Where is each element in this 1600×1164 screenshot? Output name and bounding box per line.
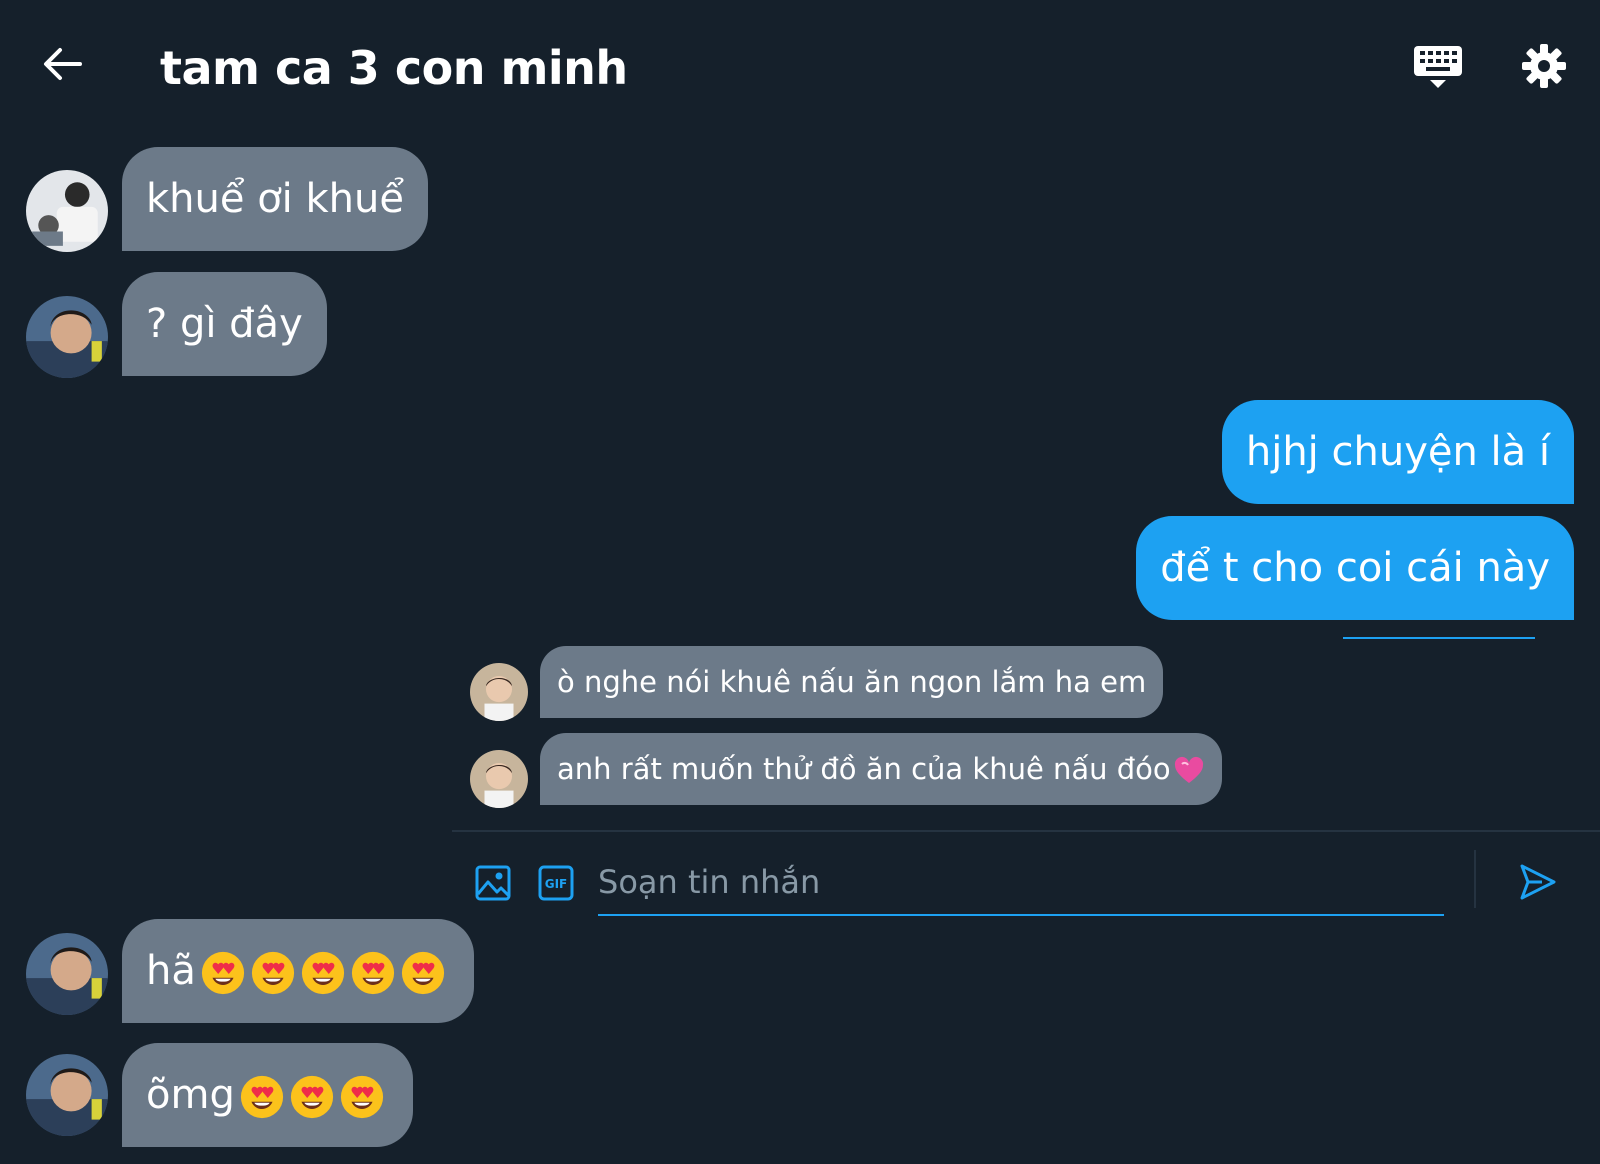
message-bubble: õmg [122,1043,413,1147]
message-bubble: khuể ơi khuể [122,147,428,251]
avatar[interactable] [26,1054,108,1136]
send-icon[interactable] [1518,862,1558,902]
heart-eyes-emoji [200,950,246,996]
svg-text:GIF: GIF [545,877,568,891]
avatar[interactable] [26,170,108,252]
avatar[interactable] [470,750,528,808]
back-arrow-icon[interactable] [40,42,84,86]
image-icon[interactable] [474,864,512,902]
heart-eyes-emoji [239,1074,285,1120]
avatar[interactable] [26,933,108,1015]
heart-eyes-emoji [400,950,446,996]
message-text: để t cho coi cái này [1160,545,1550,591]
message-text: khuể ơi khuể [146,176,404,222]
message-composer: GIF [452,830,1600,942]
message-text: ? gì đây [146,301,303,347]
conversation-title: tam ca 3 con minh [160,41,628,95]
composer-divider [1474,850,1476,908]
message-text: ò nghe nói khuê nấu ăn ngon lắm ha em [557,665,1147,699]
heart-eyes-emoji [300,950,346,996]
message-text: hjhj chuyện là í [1245,429,1550,475]
emoji-group [200,950,450,996]
gear-icon[interactable] [1520,42,1568,90]
avatar[interactable] [470,663,528,721]
outgoing-message-bubble: để t cho coi cái này [1136,516,1574,620]
outgoing-message-bubble: hjhj chuyện là í [1221,400,1574,504]
heart-eyes-emoji [350,950,396,996]
heart-eyes-emoji [339,1074,385,1120]
heart-eyes-emoji [250,950,296,996]
message-bubble: anh rất muốn thử đồ ăn của khuê nấu đóo [540,733,1222,805]
message-text: anh rất muốn thử đồ ăn của khuê nấu đóo [557,752,1171,786]
message-bubble: ? gì đây [122,272,327,376]
keyboard-icon[interactable] [1412,42,1464,92]
avatar[interactable] [26,296,108,378]
top-bar: tam ca 3 con minh [0,0,1600,130]
gif-icon[interactable]: GIF [537,864,575,902]
message-bubble: ò nghe nói khuê nấu ăn ngon lắm ha em [540,646,1164,718]
divider-line [1343,637,1535,639]
message-input[interactable] [598,850,1444,916]
heart-eyes-emoji [289,1074,335,1120]
pink-heart-emoji [1173,755,1205,787]
message-text: õmg [146,1072,235,1118]
message-text: hã [146,948,196,994]
emoji-group [239,1074,389,1120]
message-bubble: hã [122,919,474,1023]
